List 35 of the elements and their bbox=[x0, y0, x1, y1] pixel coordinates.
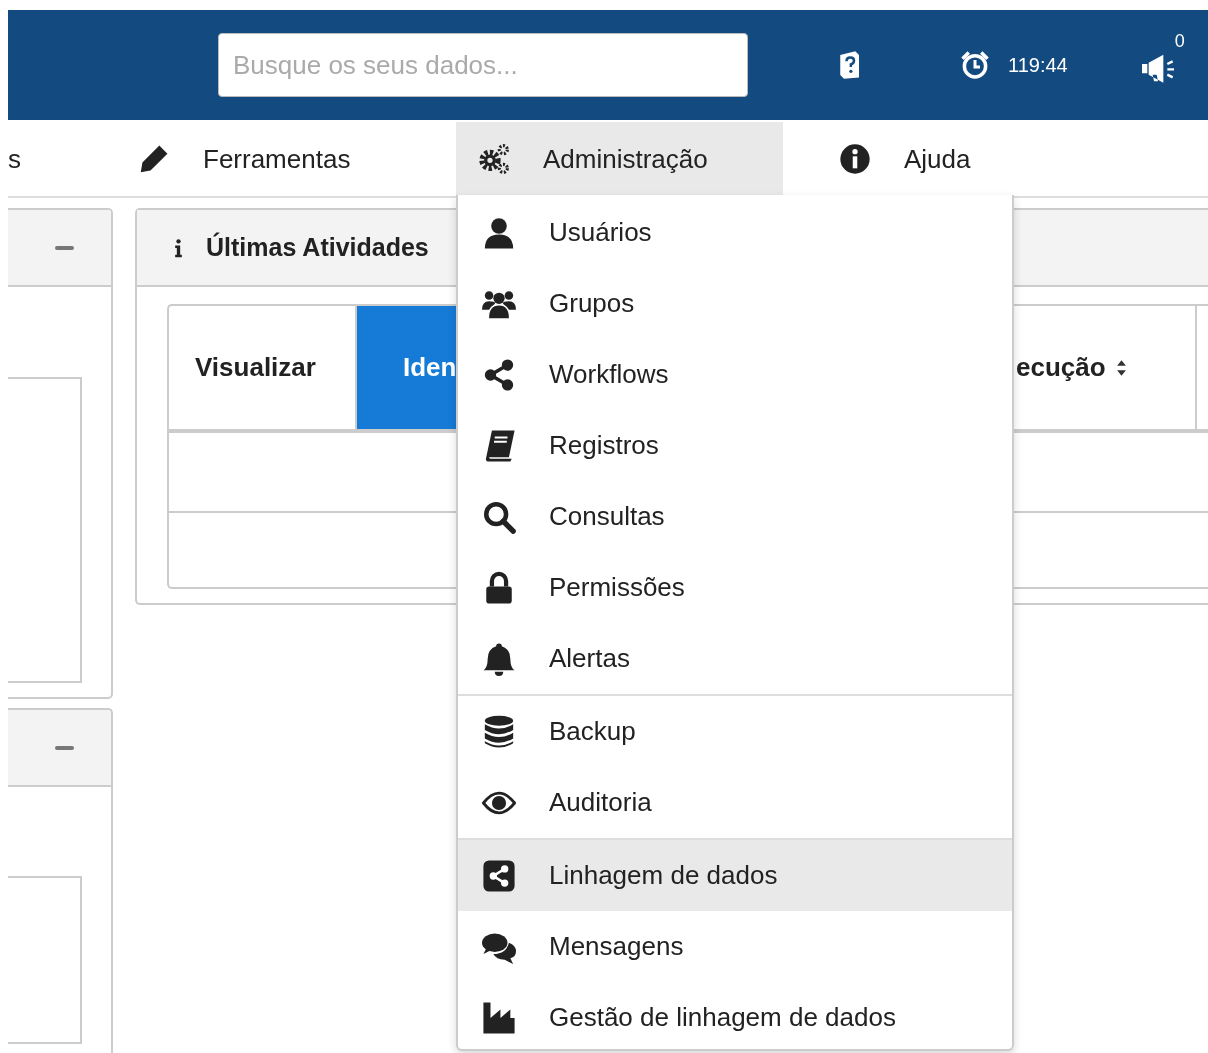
search-field[interactable]: Busque os seus dados... bbox=[218, 33, 748, 97]
minimize-icon[interactable] bbox=[55, 745, 74, 750]
nav-menu-item[interactable]: Administração bbox=[456, 122, 783, 196]
pencil-icon bbox=[138, 143, 170, 175]
timer-text: 119:44 bbox=[1008, 53, 1068, 77]
megaphone-icon[interactable] bbox=[1139, 52, 1176, 84]
menu-item[interactable]: Registros bbox=[458, 410, 1012, 481]
share-icon bbox=[482, 357, 516, 392]
menu-item[interactable]: Workflows bbox=[458, 339, 1012, 410]
search-icon bbox=[482, 499, 516, 534]
nav-menu-item[interactable]: s bbox=[8, 122, 118, 196]
notification-count: 0 bbox=[1174, 31, 1185, 52]
gears-icon bbox=[478, 143, 510, 175]
minimize-icon[interactable] bbox=[55, 245, 74, 250]
alarm-clock-icon[interactable] bbox=[960, 50, 990, 80]
database-icon bbox=[482, 714, 516, 749]
menu-item[interactable]: Gestão de linhagem de dados bbox=[458, 982, 1012, 1053]
panel-title: Últimas Atividades bbox=[206, 233, 429, 262]
menu-item[interactable]: Mensagens bbox=[458, 911, 1012, 982]
menu-item[interactable]: Usuários bbox=[458, 197, 1012, 268]
factory-icon bbox=[482, 1000, 516, 1035]
nav-menu-item[interactable]: Ferramentas bbox=[118, 122, 456, 196]
menu-item[interactable]: Permissões bbox=[458, 552, 1012, 623]
info-icon bbox=[174, 237, 183, 258]
nav-menu-item[interactable]: Ajuda bbox=[783, 122, 971, 196]
share-icon bbox=[482, 858, 516, 893]
menu-item[interactable]: Consultas bbox=[458, 481, 1012, 552]
menu-item[interactable]: Auditoria bbox=[458, 767, 1012, 838]
user-icon bbox=[482, 215, 516, 250]
menu-item[interactable]: Linhagem de dados bbox=[458, 840, 1012, 911]
menu-item[interactable]: Backup bbox=[458, 696, 1012, 767]
menu-item[interactable]: Grupos bbox=[458, 268, 1012, 339]
bell-icon bbox=[482, 641, 516, 676]
menu-item[interactable]: Alertas bbox=[458, 623, 1012, 694]
info-icon bbox=[839, 143, 871, 175]
